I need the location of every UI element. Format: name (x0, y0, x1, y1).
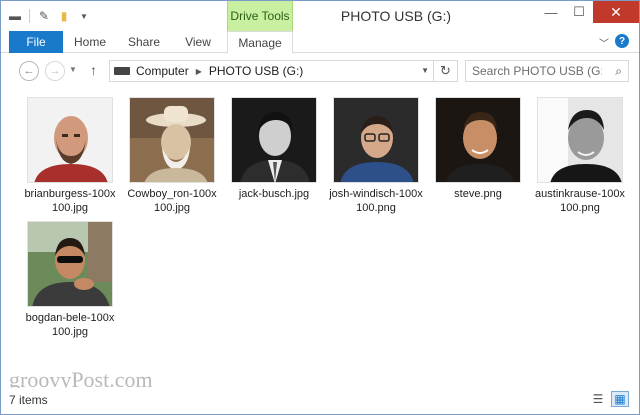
expand-ribbon-chevron-icon[interactable]: ﹀ (599, 35, 609, 50)
address-bar[interactable]: Computer ▶ PHOTO USB (G:) ▼ ↻ (109, 60, 458, 82)
breadcrumb-drive[interactable]: PHOTO USB (G:) (209, 64, 303, 78)
context-tab-group-label: Drive Tools (227, 1, 293, 31)
window-title: PHOTO USB (G:) (340, 8, 452, 24)
search-box[interactable]: ⌕ (465, 60, 629, 82)
usb-drive-icon (114, 67, 130, 75)
file-name[interactable]: Cowboy_ron-100x100.jpg (125, 187, 219, 215)
minimize-button[interactable]: — (537, 1, 565, 23)
breadcrumb-computer[interactable]: Computer (136, 64, 189, 78)
address-dropdown-icon[interactable]: ▼ (421, 66, 429, 75)
file-name[interactable]: bogdan-bele-100x100.jpg (23, 311, 117, 339)
toolbar-separator (29, 9, 30, 23)
new-folder-icon[interactable]: ▮ (56, 8, 72, 24)
thumbnail-image (436, 98, 520, 182)
details-view-icon[interactable]: ☰ (589, 391, 607, 407)
thumbnail-image (28, 222, 112, 306)
thumbnail[interactable] (333, 97, 419, 183)
navigation-bar: ← → ▼ ↑ Computer ▶ PHOTO USB (G:) ▼ ↻ ⌕ (1, 54, 639, 88)
drive-icon: ▬ (9, 9, 21, 23)
status-bar: 7 items ☰ ▦ (1, 388, 639, 414)
file-item[interactable]: brianburgess-100x100.jpg (23, 89, 117, 215)
thumbnail-image (538, 98, 622, 182)
file-name[interactable]: austinkrause-100x100.png (533, 187, 627, 215)
tab-file[interactable]: File (9, 31, 63, 53)
ribbon-tab-bar: File Home Share View Manage ﹀ ? (1, 31, 639, 54)
tab-share[interactable]: Share (117, 31, 171, 53)
back-button[interactable]: ← (19, 61, 39, 81)
large-icons-view-icon[interactable]: ▦ (611, 391, 629, 407)
file-name[interactable]: steve.png (431, 187, 525, 201)
customize-toolbar-icon[interactable]: ▼ (76, 8, 92, 24)
window-controls: — ☐ ✕ (537, 1, 639, 23)
title-bar: ▬ ✎ ▮ ▼ Drive Tools PHOTO USB (G:) — ☐ ✕ (1, 1, 639, 31)
thumbnail[interactable] (27, 221, 113, 307)
tab-manage[interactable]: Manage (227, 31, 293, 54)
help-icon[interactable]: ? (615, 34, 629, 48)
forward-button[interactable]: → (45, 61, 65, 81)
file-name[interactable]: brianburgess-100x100.jpg (23, 187, 117, 215)
search-input[interactable] (472, 64, 602, 78)
thumbnail[interactable] (537, 97, 623, 183)
search-icon[interactable]: ⌕ (615, 64, 622, 79)
recent-locations-chevron-icon[interactable]: ▼ (69, 65, 77, 74)
up-arrow-icon[interactable]: ↑ (90, 62, 97, 78)
thumbnail-image (130, 98, 214, 182)
thumbnail-image (334, 98, 418, 182)
file-item[interactable]: bogdan-bele-100x100.jpg (23, 213, 117, 339)
explorer-window: ▬ ✎ ▮ ▼ Drive Tools PHOTO USB (G:) — ☐ ✕… (0, 0, 640, 415)
file-item[interactable]: steve.png (431, 89, 525, 201)
tab-home[interactable]: Home (63, 31, 117, 53)
tab-view[interactable]: View (171, 31, 225, 53)
file-item[interactable]: austinkrause-100x100.png (533, 89, 627, 215)
refresh-icon[interactable]: ↻ (433, 61, 457, 81)
thumbnail[interactable] (129, 97, 215, 183)
thumbnail-image (232, 98, 316, 182)
thumbnail-image (28, 98, 112, 182)
quick-access-toolbar: ▬ ✎ ▮ ▼ (7, 8, 92, 24)
maximize-button[interactable]: ☐ (565, 1, 593, 23)
file-name[interactable]: jack-busch.jpg (227, 187, 321, 201)
close-button[interactable]: ✕ (593, 1, 639, 23)
item-count: 7 items (9, 393, 48, 407)
breadcrumb-separator-icon[interactable]: ▶ (196, 67, 202, 76)
file-name[interactable]: josh-windisch-100x100.png (329, 187, 423, 215)
file-item[interactable]: jack-busch.jpg (227, 89, 321, 201)
properties-icon[interactable]: ✎ (36, 8, 52, 24)
file-item[interactable]: josh-windisch-100x100.png (329, 89, 423, 215)
thumbnail[interactable] (435, 97, 521, 183)
file-item[interactable]: Cowboy_ron-100x100.jpg (125, 89, 219, 215)
file-view: brianburgess-100x100.jpg Cowboy_ron-100x… (1, 89, 639, 386)
thumbnail[interactable] (27, 97, 113, 183)
thumbnail[interactable] (231, 97, 317, 183)
